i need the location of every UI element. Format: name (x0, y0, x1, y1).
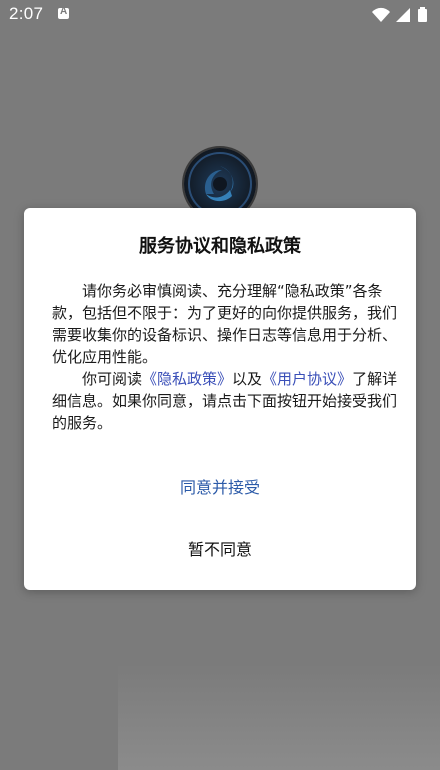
paragraph-2-middle: 以及 (232, 370, 263, 388)
background-shade (118, 664, 440, 770)
status-bar: 2:07 (0, 0, 440, 30)
notification-a-icon (58, 6, 69, 19)
status-time: 2:07 (9, 4, 44, 23)
dialog-title: 服务协议和隐私政策 (139, 236, 301, 257)
user-agreement-link[interactable]: 《用户协议》 (262, 370, 352, 388)
privacy-policy-link[interactable]: 《隐私政策》 (142, 370, 232, 388)
disagree-button[interactable]: 暂不同意 (24, 530, 416, 570)
status-icons (370, 6, 432, 24)
signal-icon (396, 8, 410, 22)
agree-button[interactable]: 同意并接受 (24, 468, 416, 508)
paragraph-2-prefix: 你可阅读 (82, 370, 143, 388)
dialog-paragraph-2: 你可阅读《隐私政策》以及《用户协议》了解详细信息。如果你同意，请点击下面按钮开始… (52, 368, 398, 434)
dialog-paragraph-1: 请你务必审慎阅读、充分理解“隐私政策”各条款，包括但不限于：为了更好的向你提供服… (52, 282, 398, 366)
wifi-icon (372, 7, 390, 22)
privacy-dialog: 服务协议和隐私政策 请你务必审慎阅读、充分理解“隐私政策”各条款，包括但不限于：… (24, 208, 416, 590)
dialog-body: 请你务必审慎阅读、充分理解“隐私政策”各条款，包括但不限于：为了更好的向你提供服… (52, 280, 398, 434)
battery-icon (418, 7, 427, 22)
